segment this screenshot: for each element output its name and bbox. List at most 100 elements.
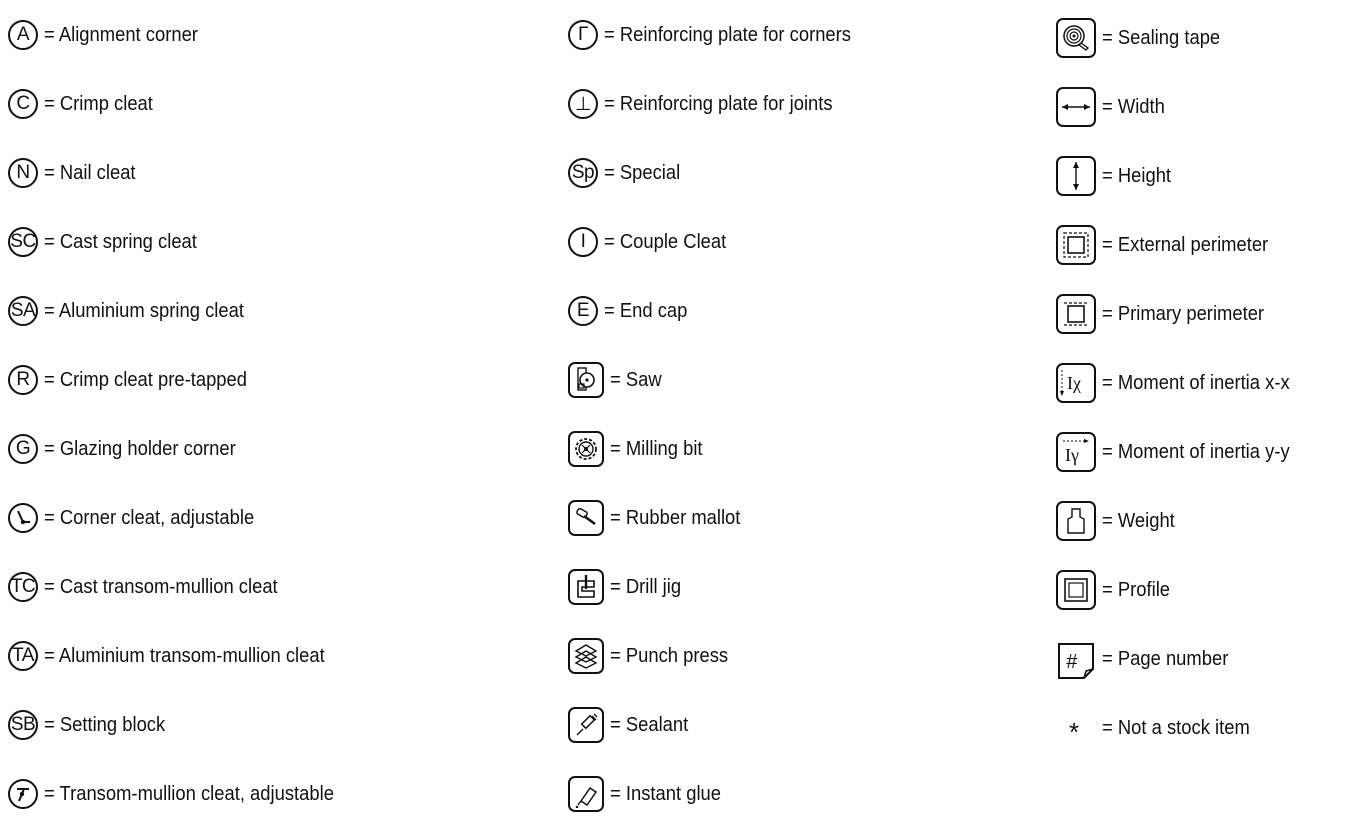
external-perimeter-icon <box>1056 225 1096 265</box>
rubber-mallot-icon <box>568 500 604 536</box>
legend-row-external-perimeter: = External perimeter <box>1056 225 1283 265</box>
legend-label: = End cap <box>604 299 688 322</box>
weight-icon <box>1056 501 1096 541</box>
punch-press-icon <box>568 638 604 674</box>
symbol-a-icon: A <box>8 20 38 50</box>
transom-mullion-cleat-adjustable-icon <box>8 779 38 809</box>
symbol-r-icon: R <box>8 365 38 395</box>
legend-label: = Moment of inertia x-x <box>1102 371 1290 394</box>
moment-of-inertia-x-icon: Iχ <box>1056 363 1096 403</box>
legend-row-cast-spring-cleat: SC = Cast spring cleat <box>8 224 210 260</box>
legend-row-instant-glue: = Instant glue <box>568 776 731 812</box>
legend-row-aluminium-spring-cleat: SA = Aluminium spring cleat <box>8 293 261 329</box>
legend-label: = Reinforcing plate for joints <box>604 92 833 115</box>
legend-row-end-cap: E = End cap <box>568 293 695 329</box>
legend-row-drill-jig: = Drill jig <box>568 569 687 605</box>
legend-label: = Crimp cleat pre-tapped <box>44 368 248 391</box>
corner-cleat-adjustable-icon <box>8 503 38 533</box>
legend-label: = Drill jig <box>610 575 682 598</box>
sealing-tape-icon <box>1056 18 1096 58</box>
svg-text:#: # <box>1066 651 1078 673</box>
legend-label: = Height <box>1102 164 1172 187</box>
legend-row-nail-cleat: N = Nail cleat <box>8 155 144 191</box>
legend-row-moment-of-inertia-x: Iχ = Moment of inertia x-x <box>1056 363 1306 403</box>
legend-label: = Milling bit <box>610 437 703 460</box>
legend-label: = Moment of inertia y-y <box>1102 440 1290 463</box>
symbol-up-tack-icon: ⊥ <box>568 89 598 119</box>
legend-row-punch-press: = Punch press <box>568 638 738 674</box>
legend-row-height: = Height <box>1056 156 1177 196</box>
width-arrow-icon <box>1056 87 1096 127</box>
instant-glue-icon <box>568 776 604 812</box>
legend-row-reinforcing-plate-corners: Γ = Reinforcing plate for corners <box>568 17 872 53</box>
symbol-gamma-icon: Γ <box>568 20 598 50</box>
legend-row-sealant: = Sealant <box>568 707 695 743</box>
legend-row-rubber-mallot: = Rubber mallot <box>568 500 752 536</box>
primary-perimeter-icon <box>1056 294 1096 334</box>
legend-row-cast-transom-mullion-cleat: TC = Cast transom-mullion cleat <box>8 569 298 605</box>
legend-label: = Special <box>604 161 681 184</box>
legend-label: = Couple Cleat <box>604 230 727 253</box>
symbol-sc-icon: SC <box>8 227 38 257</box>
legend-label: = Sealant <box>610 713 689 736</box>
milling-bit-icon <box>568 431 604 467</box>
legend-label: = Weight <box>1102 509 1175 532</box>
symbol-e-icon: E <box>568 296 598 326</box>
legend-label: = Nail cleat <box>44 161 136 184</box>
symbol-g-icon: G <box>8 434 38 464</box>
legend-label: = Width <box>1102 95 1165 118</box>
symbol-sa-icon: SA <box>8 296 38 326</box>
legend-label: = Primary perimeter <box>1102 302 1265 325</box>
legend-label: = Rubber mallot <box>610 506 741 529</box>
svg-text:Iχ: Iχ <box>1067 373 1081 393</box>
page-number-icon: # <box>1056 641 1094 679</box>
legend-row-crimp-cleat: C = Crimp cleat <box>8 86 162 122</box>
legend-row-sealing-tape: = Sealing tape <box>1056 18 1230 58</box>
legend-label: = Corner cleat, adjustable <box>44 506 255 529</box>
legend-label: = Transom-mullion cleat, adjustable <box>44 782 334 805</box>
legend-label: = Saw <box>610 368 662 391</box>
legend-row-profile: = Profile <box>1056 570 1176 610</box>
symbol-tc-icon: TC <box>8 572 38 602</box>
legend-label: = Crimp cleat <box>44 92 153 115</box>
saw-icon <box>568 362 604 398</box>
legend-label: = Cast transom-mullion cleat <box>44 575 278 598</box>
legend-row-alignment-corner: A = Alignment corner <box>8 17 211 53</box>
moment-of-inertia-y-icon: Iγ <box>1056 432 1096 472</box>
legend-row-milling-bit: = Milling bit <box>568 431 711 467</box>
profile-icon <box>1056 570 1096 610</box>
legend-row-width: = Width <box>1056 87 1170 127</box>
legend-row-corner-cleat-adjustable: = Corner cleat, adjustable <box>8 500 272 536</box>
legend-row-glazing-holder-corner: G = Glazing holder corner <box>8 431 252 467</box>
legend-label: = Cast spring cleat <box>44 230 197 253</box>
legend-label: = Page number <box>1102 647 1229 670</box>
legend-row-crimp-cleat-pre-tapped: R = Crimp cleat pre-tapped <box>8 362 265 398</box>
svg-text:Iγ: Iγ <box>1065 445 1079 465</box>
legend-label: = Not a stock item <box>1102 716 1250 739</box>
legend-row-setting-block: SB = Setting block <box>8 707 176 743</box>
symbol-n-icon: N <box>8 158 38 188</box>
legend-label: = Reinforcing plate for corners <box>604 23 851 46</box>
legend-label: = Aluminium spring cleat <box>44 299 244 322</box>
legend-label: = Punch press <box>610 644 729 667</box>
sealant-icon <box>568 707 604 743</box>
height-arrow-icon <box>1056 156 1096 196</box>
legend-row-special: Sp = Special <box>568 155 687 191</box>
symbol-sb-icon: SB <box>8 710 38 740</box>
symbol-sp-icon: Sp <box>568 158 598 188</box>
legend-row-not-stock: * = Not a stock item <box>1056 710 1263 747</box>
symbol-c-icon: C <box>8 89 38 119</box>
legend-label: = Sealing tape <box>1102 26 1221 49</box>
legend-label: = Glazing holder corner <box>44 437 236 460</box>
legend-row-aluminium-transom-mullion-cleat: TA = Aluminium transom-mullion cleat <box>8 638 349 674</box>
symbol-ta-icon: TA <box>8 641 38 671</box>
legend-row-page-number: # = Page number <box>1056 641 1239 679</box>
symbol-i-icon: I <box>568 227 598 257</box>
legend-label: = External perimeter <box>1102 233 1269 256</box>
legend-row-moment-of-inertia-y: Iγ = Moment of inertia y-y <box>1056 432 1306 472</box>
legend-row-transom-mullion-cleat-adjustable: = Transom-mullion cleat, adjustable <box>8 776 359 812</box>
legend-row-reinforcing-plate-joints: ⊥ = Reinforcing plate for joints <box>568 86 852 122</box>
legend-label: = Aluminium transom-mullion cleat <box>44 644 325 667</box>
legend-row-couple-cleat: I = Couple Cleat <box>568 224 737 260</box>
legend-row-weight: = Weight <box>1056 501 1181 541</box>
